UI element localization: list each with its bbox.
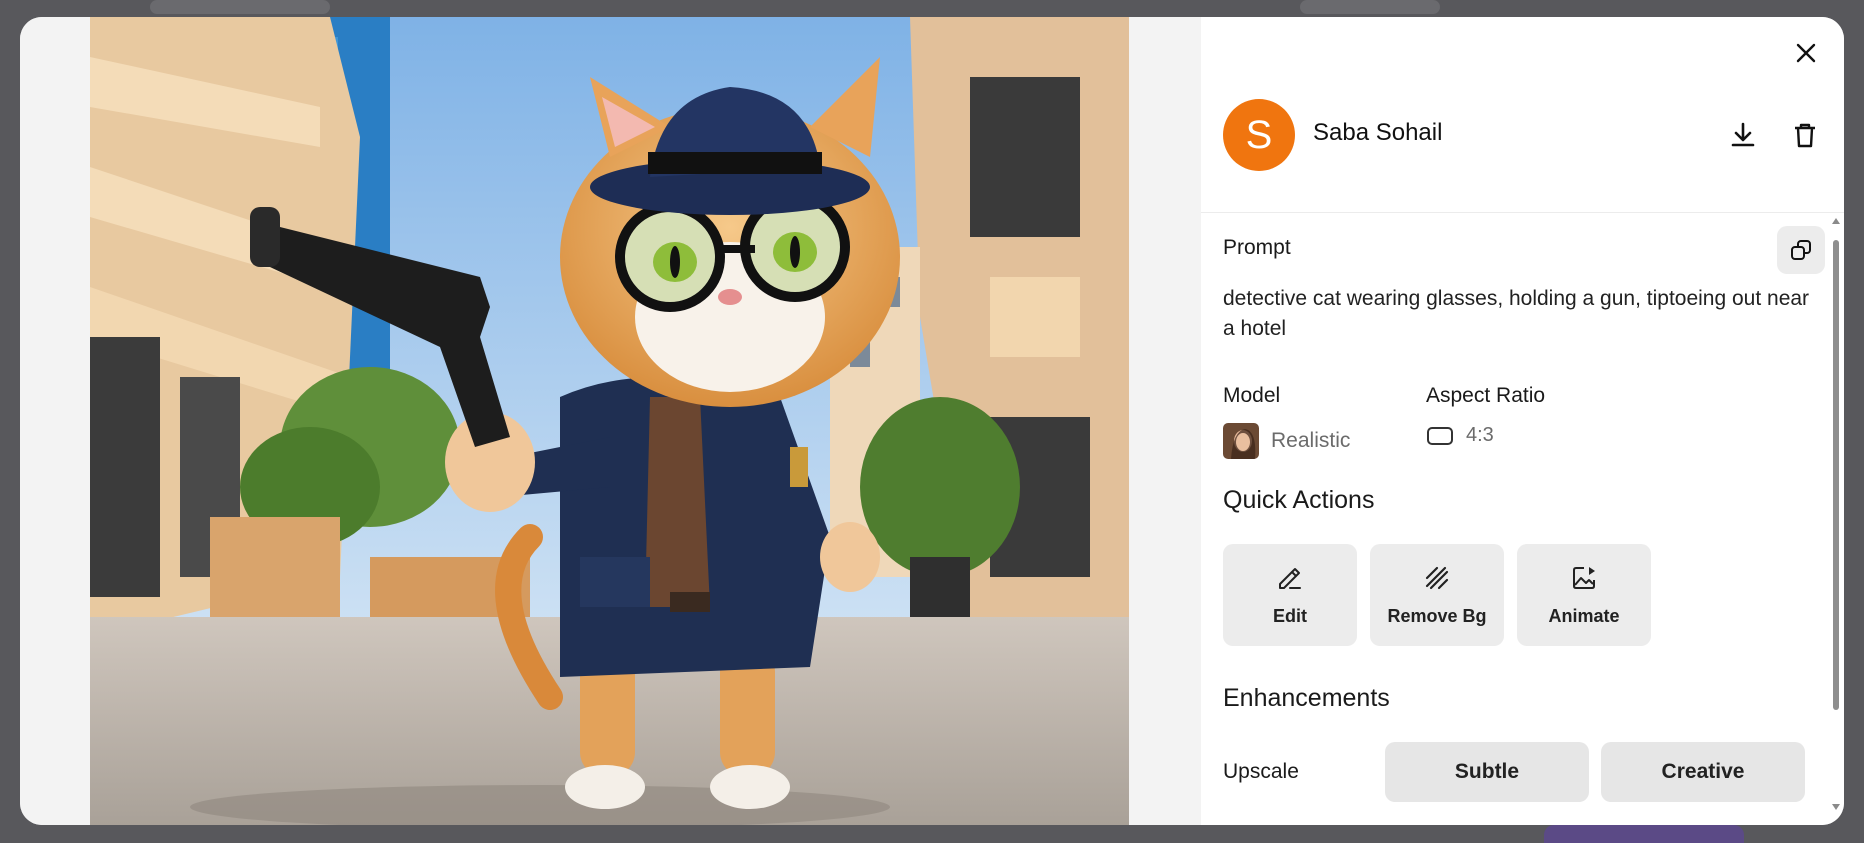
edit-label: Edit xyxy=(1273,605,1307,626)
animate-button[interactable]: Animate xyxy=(1517,544,1651,646)
scroll-down-arrow[interactable] xyxy=(1832,804,1840,810)
model-name: Realistic xyxy=(1271,429,1351,452)
aspect-ratio-label: Aspect Ratio xyxy=(1426,384,1546,407)
scrollbar-thumb[interactable] xyxy=(1833,240,1839,710)
author-header: S Saba Sohail xyxy=(1201,99,1844,213)
backdrop-element xyxy=(150,0,330,14)
aspect-ratio-icon xyxy=(1427,426,1453,445)
upscale-subtle-button[interactable]: Subtle xyxy=(1385,742,1589,802)
download-button[interactable] xyxy=(1725,117,1761,153)
pencil-icon xyxy=(1279,567,1301,589)
delete-button[interactable] xyxy=(1787,117,1823,153)
model-label: Model xyxy=(1223,384,1281,407)
generated-image xyxy=(90,17,1129,825)
hatch-icon xyxy=(1425,566,1449,589)
close-button[interactable] xyxy=(1790,37,1822,69)
close-icon xyxy=(1796,43,1816,63)
aspect-ratio-value: 4:3 xyxy=(1426,424,1494,447)
details-panel: S Saba Sohail Prompt detective cat weari… xyxy=(1201,17,1844,825)
prompt-text: detective cat wearing glasses, holding a… xyxy=(1223,287,1810,340)
download-icon xyxy=(1731,122,1755,147)
upscale-creative-button[interactable]: Creative xyxy=(1601,742,1805,802)
image-detail-modal: S Saba Sohail Prompt detective cat weari… xyxy=(20,17,1844,825)
model-thumbnail xyxy=(1223,423,1259,459)
scrollbar[interactable] xyxy=(1830,214,1842,814)
remove-bg-label: Remove Bg xyxy=(1387,605,1487,626)
animate-image-icon xyxy=(1573,566,1595,589)
animate-label: Animate xyxy=(1548,605,1620,626)
enhancements-title: Enhancements xyxy=(1223,684,1390,712)
avatar[interactable]: S xyxy=(1223,99,1295,171)
image-preview-pane xyxy=(20,17,1201,825)
copy-icon xyxy=(1791,240,1811,260)
prompt-label: Prompt xyxy=(1223,236,1291,259)
remove-bg-button[interactable]: Remove Bg xyxy=(1370,544,1504,646)
aspect-ratio-text: 4:3 xyxy=(1466,424,1494,446)
edit-button[interactable]: Edit xyxy=(1223,544,1357,646)
scroll-up-arrow[interactable] xyxy=(1832,218,1840,224)
trash-icon xyxy=(1795,123,1815,148)
quick-actions-title: Quick Actions xyxy=(1223,486,1375,514)
details-scroll-area[interactable]: Prompt detective cat wearing glasses, ho… xyxy=(1201,214,1844,825)
model-value: Realistic xyxy=(1223,423,1350,459)
upscale-label: Upscale xyxy=(1223,760,1299,783)
copy-prompt-button[interactable] xyxy=(1777,226,1825,274)
author-name: Saba Sohail xyxy=(1313,119,1443,146)
backdrop-element xyxy=(1544,825,1744,843)
backdrop-element xyxy=(1300,0,1440,14)
